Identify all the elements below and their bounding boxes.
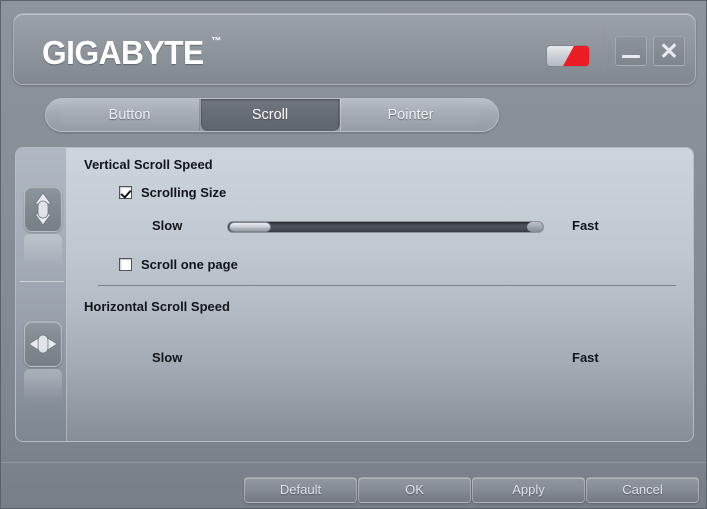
content-panel: Vertical Scroll Speed Scrolling Size Slo… bbox=[15, 147, 694, 442]
ok-button[interactable]: OK bbox=[358, 477, 471, 503]
icon-rail bbox=[16, 148, 67, 441]
scrolling-size-label: Scrolling Size bbox=[141, 185, 227, 200]
horizontal-speed-slider-row: Slow Fast bbox=[67, 348, 693, 370]
scroll-one-page-label: Scroll one page bbox=[141, 257, 238, 272]
minimize-icon bbox=[622, 55, 640, 58]
vertical-slider-thumb[interactable] bbox=[229, 222, 271, 232]
close-button[interactable]: ✕ bbox=[653, 36, 685, 66]
panel-body: Vertical Scroll Speed Scrolling Size Slo… bbox=[67, 148, 693, 441]
vertical-slow-label: Slow bbox=[152, 218, 183, 233]
scrolling-size-checkbox-row[interactable]: Scrolling Size bbox=[119, 185, 226, 200]
tab-scroll[interactable]: Scroll bbox=[200, 99, 340, 131]
vertical-slider-endcap bbox=[527, 222, 543, 232]
section-divider bbox=[98, 285, 676, 286]
horizontal-fast-label: Fast bbox=[572, 350, 599, 365]
tab-label: Pointer bbox=[387, 107, 434, 123]
tab-pointer[interactable]: Pointer bbox=[340, 99, 480, 131]
vertical-scroll-icon[interactable] bbox=[24, 186, 62, 232]
horizontal-icon-reflection bbox=[24, 369, 62, 403]
title-bar: GIGABYTE ™ ✕ bbox=[13, 13, 696, 85]
vertical-scroll-speed-heading: Vertical Scroll Speed bbox=[84, 157, 213, 172]
cancel-button[interactable]: Cancel bbox=[586, 477, 699, 503]
apply-button[interactable]: Apply bbox=[472, 477, 585, 503]
horizontal-slow-label: Slow bbox=[152, 350, 183, 365]
footer-bar: Default OK Apply Cancel bbox=[1, 448, 706, 508]
gigabyte-mouse-utility-window: GIGABYTE ™ ✕ Button Scroll Pointer Verti… bbox=[0, 0, 707, 509]
scrolling-size-checkbox[interactable] bbox=[119, 186, 132, 199]
rail-separator bbox=[20, 281, 64, 282]
tab-bar: Button Scroll Pointer bbox=[45, 98, 499, 132]
horizontal-scroll-icon[interactable] bbox=[24, 321, 62, 367]
vertical-fast-label: Fast bbox=[572, 218, 599, 233]
flag-red-stripe bbox=[563, 46, 589, 66]
vertical-speed-slider-row: Slow Fast bbox=[67, 216, 693, 238]
gigabyte-logo: GIGABYTE ™ bbox=[42, 36, 221, 70]
vertical-scroll-glyph bbox=[34, 192, 52, 226]
scroll-one-page-checkbox[interactable] bbox=[119, 258, 132, 271]
vertical-icon-reflection bbox=[24, 234, 62, 268]
horizontal-scroll-speed-heading: Horizontal Scroll Speed bbox=[84, 299, 230, 314]
tab-button[interactable]: Button bbox=[60, 99, 200, 131]
brand-flag-icon bbox=[546, 45, 590, 67]
scroll-one-page-checkbox-row[interactable]: Scroll one page bbox=[119, 257, 238, 272]
titlebar-divider bbox=[604, 28, 605, 72]
minimize-button[interactable] bbox=[615, 36, 647, 66]
default-button[interactable]: Default bbox=[244, 477, 357, 503]
footer-separator bbox=[1, 462, 706, 463]
vertical-scroll-speed-slider[interactable] bbox=[227, 221, 544, 233]
horizontal-scroll-glyph bbox=[28, 334, 58, 354]
tab-label: Button bbox=[108, 107, 151, 123]
brand-name: GIGABYTE bbox=[42, 34, 204, 71]
tab-label: Scroll bbox=[251, 107, 289, 123]
trademark-symbol: ™ bbox=[211, 36, 222, 47]
close-icon: ✕ bbox=[659, 38, 679, 64]
